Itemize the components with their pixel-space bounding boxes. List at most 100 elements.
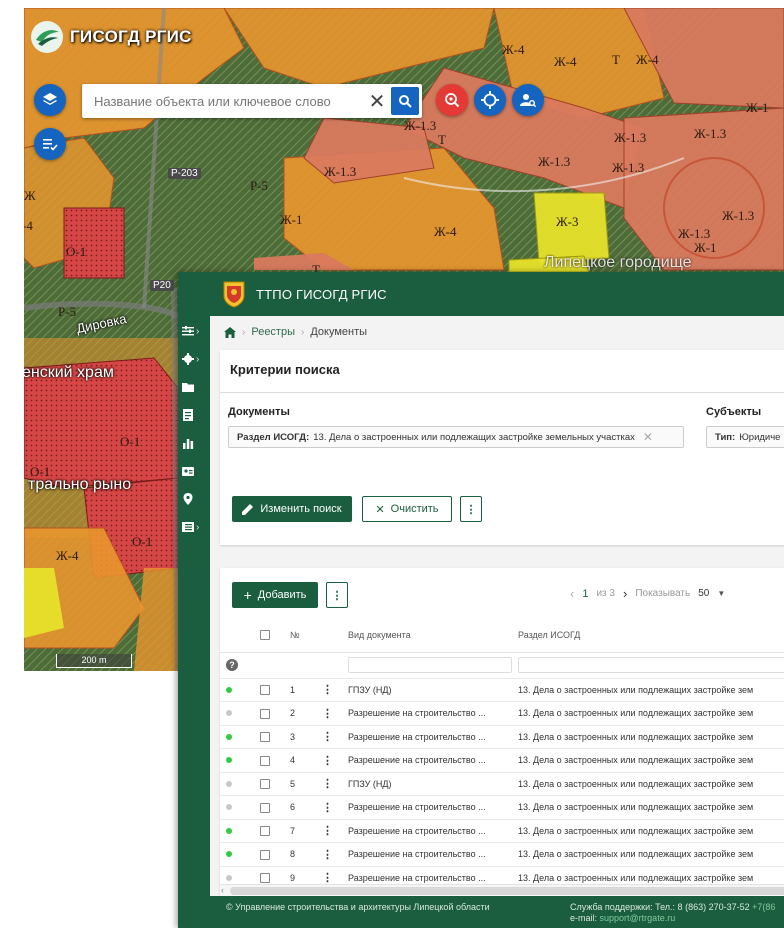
section-cell[interactable]: 13. Дела о застроенных или подлежащих за… [512,772,784,796]
kebab-icon[interactable]: ⋮ [322,849,333,861]
doc-type-column-header[interactable]: Вид документа [342,618,512,653]
kebab-icon[interactable]: ⋮ [322,872,333,884]
doc-type-cell[interactable]: Разрешение на строительство ... [342,795,512,820]
location-search-button[interactable] [436,84,468,116]
kebab-icon[interactable]: ⋮ [322,684,333,696]
grid-more-button[interactable]: ⋮ [326,582,348,608]
search-input[interactable] [82,84,363,118]
row-checkbox[interactable] [260,755,270,766]
row-actions-cell[interactable]: ⋮ [316,701,342,726]
subjects-filter-chip[interactable]: Тип: Юридиче [706,426,784,448]
doc-type-cell[interactable]: ГПЗУ (НД) [342,678,512,702]
table-row[interactable]: 5 ⋮ ГПЗУ (НД) 13. Дела о застроенных или по… [220,772,784,796]
side-nav-registry[interactable] [182,406,208,424]
support-email-link[interactable]: support@rtrgate.ru [600,913,676,923]
side-nav-map[interactable] [182,490,208,508]
select-all-checkbox[interactable] [260,630,270,641]
section-cell[interactable]: 13. Дела о застроенных или подлежащих за… [512,842,784,867]
close-icon[interactable]: ✕ [643,430,653,444]
more-actions-button[interactable]: ⋮ [460,496,482,522]
clear-button[interactable]: ✕ Очистить [362,496,452,522]
checkbox-cell[interactable] [254,701,284,726]
section-column-header[interactable]: Раздел ИСОГД [512,618,784,653]
side-nav-folders[interactable] [182,378,208,396]
row-actions-cell[interactable]: ⋮ [316,795,342,820]
close-icon[interactable]: ✕ [363,84,391,118]
side-nav-cards[interactable] [182,462,208,480]
checkbox-cell[interactable] [254,725,284,749]
row-checkbox[interactable] [260,826,270,837]
row-checkbox[interactable] [260,685,270,696]
checkbox-cell[interactable] [254,819,284,843]
row-actions-cell[interactable]: ⋮ [316,819,342,843]
section-cell[interactable]: 13. Дела о застроенных или подлежащих за… [512,701,784,726]
kebab-icon[interactable]: ⋮ [322,825,333,837]
scroll-left-icon[interactable]: ‹ [221,885,224,895]
section-cell[interactable]: 13. Дела о застроенных или подлежащих за… [512,819,784,843]
section-filter-input[interactable] [518,657,784,673]
next-page-icon[interactable]: › [623,586,627,601]
page-size-select[interactable]: 50 [698,588,709,599]
map-search-bar[interactable]: ✕ [82,84,422,118]
side-nav-reports[interactable] [182,434,208,452]
select-all-checkbox-cell[interactable] [254,618,284,653]
row-checkbox[interactable] [260,708,270,719]
checkbox-cell[interactable] [254,795,284,820]
checkbox-cell[interactable] [254,772,284,796]
table-row[interactable]: 7 ⋮ Разрешение на строительство ... 13. Дел… [220,819,784,843]
scrollbar-thumb[interactable] [230,887,784,895]
table-row[interactable]: 6 ⋮ Разрешение на строительство ... 13. Дел… [220,795,784,820]
kebab-icon[interactable]: ⋮ [322,778,333,790]
table-row[interactable]: 4 ⋮ Разрешение на строительство ... 13. Дел… [220,748,784,773]
doc-type-cell[interactable]: Разрешение на строительство ... [342,819,512,843]
checkbox-cell[interactable] [254,842,284,867]
table-row[interactable]: 1 ⋮ ГПЗУ (НД) 13. Дела о застроенных или по… [220,678,784,702]
checkbox-cell[interactable] [254,748,284,773]
doc-type-cell[interactable]: Разрешение на строительство ... [342,748,512,773]
checkbox-cell[interactable] [254,678,284,702]
kebab-icon[interactable]: ⋮ [322,802,333,814]
row-checkbox[interactable] [260,802,270,813]
kebab-icon[interactable]: ⋮ [322,708,333,720]
help-icon[interactable]: ? [226,659,238,671]
kebab-icon[interactable]: ⋮ [322,731,333,743]
user-search-button[interactable] [512,84,544,116]
row-checkbox[interactable] [260,779,270,790]
number-column-header[interactable]: № [284,618,316,653]
doc-type-filter-input[interactable] [348,657,512,673]
home-icon[interactable] [224,326,236,338]
breadcrumb-registries[interactable]: Реестры [251,326,295,338]
table-row[interactable]: 8 ⋮ Разрешение на строительство ... 13. Дел… [220,842,784,867]
search-button[interactable] [391,87,419,115]
locate-button[interactable] [474,84,506,116]
doc-type-cell[interactable]: ГПЗУ (НД) [342,772,512,796]
section-cell[interactable]: 13. Дела о застроенных или подлежащих за… [512,725,784,749]
prev-page-icon[interactable]: ‹ [570,586,574,601]
section-cell[interactable]: 13. Дела о застроенных или подлежащих за… [512,748,784,773]
doc-type-cell[interactable]: Разрешение на строительство ... [342,842,512,867]
current-page[interactable]: 1 [582,588,588,600]
row-actions-cell[interactable]: ⋮ [316,748,342,773]
table-row[interactable]: 3 ⋮ Разрешение на строительство ... 13. Дел… [220,725,784,749]
side-nav-filters[interactable]: › [182,322,208,340]
row-actions-cell[interactable]: ⋮ [316,725,342,749]
chevron-down-icon[interactable]: ▼ [717,589,725,598]
section-cell[interactable]: 13. Дела о застроенных или подлежащих за… [512,795,784,820]
edit-search-button[interactable]: Изменить поиск [232,496,352,522]
map-brand[interactable]: ГИСОГД РГИС [30,20,192,54]
row-checkbox[interactable] [260,732,270,743]
side-nav-lists[interactable]: › [182,518,208,536]
row-checkbox[interactable] [260,849,270,860]
legend-button[interactable] [34,128,66,160]
section-cell[interactable]: 13. Дела о застроенных или подлежащих за… [512,678,784,702]
doc-type-cell[interactable]: Разрешение на строительство ... [342,701,512,726]
add-button[interactable]: + Добавить [232,582,318,608]
table-row[interactable]: 2 ⋮ Разрешение на строительство ... 13. Дел… [220,701,784,726]
side-nav-settings[interactable]: › [182,350,208,368]
documents-filter-chip[interactable]: Раздел ИСОГД: 13. Дела о застроенных или… [228,426,684,448]
doc-type-cell[interactable]: Разрешение на строительство ... [342,725,512,749]
row-actions-cell[interactable]: ⋮ [316,678,342,702]
layers-button[interactable] [34,84,66,116]
row-actions-cell[interactable]: ⋮ [316,772,342,796]
row-checkbox[interactable] [260,873,270,884]
